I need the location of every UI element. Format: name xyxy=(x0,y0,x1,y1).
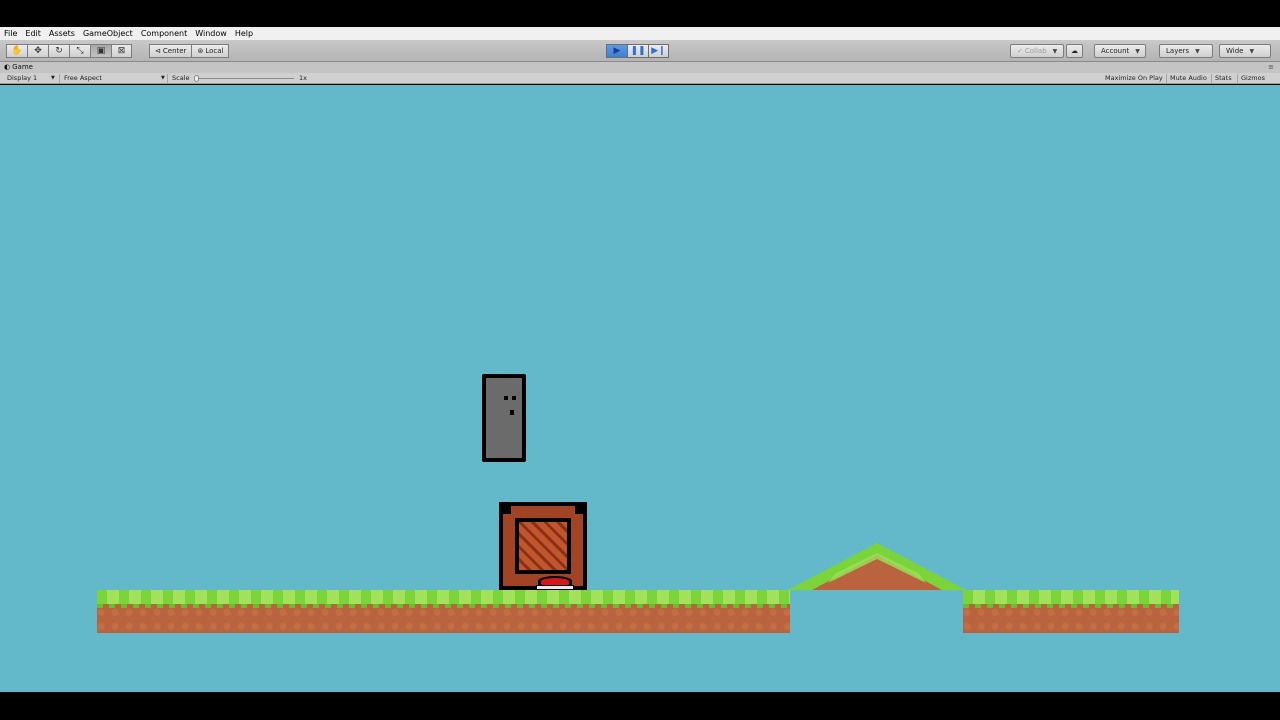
player-character xyxy=(482,374,526,462)
chevron-down-icon: ▼ xyxy=(1195,47,1200,55)
display-dropdown[interactable]: Display 1 xyxy=(7,73,37,84)
toolbar: ✋ ✥ ↻ ⤡ ▣ ⊠ ⊲ Center ⊛ Local ▶ ❚❚ ▶❙ ✓ Coll… xyxy=(0,40,1280,62)
player-eye xyxy=(504,396,508,400)
rect-tool-button[interactable]: ▣ xyxy=(90,44,111,58)
chevron-down-icon: ▼ xyxy=(1249,47,1255,55)
rect-icon: ▣ xyxy=(96,46,106,56)
collab-label: Collab xyxy=(1024,47,1047,55)
chevron-down-icon: ▼ xyxy=(1052,47,1058,55)
cloud-icon: ☁ xyxy=(1071,47,1078,55)
step-icon: ▶❙ xyxy=(651,46,666,56)
step-button[interactable]: ▶❙ xyxy=(648,44,669,58)
collab-button[interactable]: ✓ Collab ▼ xyxy=(1010,44,1065,58)
space-label: Local xyxy=(205,47,224,55)
menu-edit[interactable]: Edit xyxy=(25,27,41,40)
play-icon: ▶ xyxy=(613,46,621,56)
scale-label: Scale xyxy=(172,74,190,82)
ground-platform-left xyxy=(97,590,790,633)
hand-icon: ✋ xyxy=(11,46,23,56)
scale-value: 1x xyxy=(299,74,307,82)
layout-label: Wide xyxy=(1226,47,1244,55)
transform-tool-button[interactable]: ⊠ xyxy=(111,44,132,58)
scale-slider-track[interactable] xyxy=(196,78,294,79)
button-top xyxy=(541,578,569,585)
gizmos-dropdown[interactable]: Gizmos xyxy=(1241,73,1265,84)
account-label: Account xyxy=(1101,47,1130,55)
pivot-center-button[interactable]: ⊲ Center xyxy=(149,44,192,58)
menu-component[interactable]: Component xyxy=(141,27,187,40)
transform-tools: ✋ ✥ ↻ ⤡ ▣ ⊠ xyxy=(6,44,132,58)
pivot-local-button[interactable]: ⊛ Local xyxy=(191,44,230,58)
mute-audio-toggle[interactable]: Mute Audio xyxy=(1170,73,1207,84)
transform-icon: ⊠ xyxy=(117,46,126,56)
rotate-tool-button[interactable]: ↻ xyxy=(48,44,69,58)
crate-panel xyxy=(519,522,567,570)
ground-platform-right xyxy=(963,590,1179,633)
layers-label: Layers xyxy=(1166,47,1190,55)
game-tab-label: Game xyxy=(12,63,33,71)
aspect-dropdown[interactable]: Free Aspect xyxy=(64,73,102,84)
layers-dropdown[interactable]: Layers ▼ xyxy=(1159,44,1213,58)
globe-icon: ⊛ xyxy=(197,47,204,55)
menu-bar: File Edit Assets GameObject Component Wi… xyxy=(0,27,1280,40)
layout-dropdown[interactable]: Wide ▼ xyxy=(1219,44,1271,58)
pivot-controls: ⊲ Center ⊛ Local xyxy=(149,44,230,58)
account-dropdown[interactable]: Account ▼ xyxy=(1094,44,1146,58)
move-icon: ✥ xyxy=(34,46,42,56)
play-controls: ▶ ❚❚ ▶❙ xyxy=(606,44,669,58)
game-control-bar: Display 1 ▼ Free Aspect ▼ Scale 1x Maxim… xyxy=(0,73,1280,84)
chevron-down-icon: ▼ xyxy=(51,75,55,81)
scale-slider-handle[interactable] xyxy=(194,75,199,82)
chevron-down-icon: ▼ xyxy=(1135,47,1140,55)
maximize-on-play-toggle[interactable]: Maximize On Play xyxy=(1105,73,1163,84)
scale-tool-button[interactable]: ⤡ xyxy=(69,44,90,58)
crate-corner xyxy=(503,506,511,514)
grass-hill xyxy=(788,543,966,590)
game-viewport[interactable] xyxy=(0,85,1280,692)
play-button[interactable]: ▶ xyxy=(606,44,627,58)
divider xyxy=(167,74,168,83)
divider xyxy=(1237,74,1238,83)
stats-toggle[interactable]: Stats xyxy=(1215,73,1232,84)
pause-button[interactable]: ❚❚ xyxy=(627,44,648,58)
divider xyxy=(1166,74,1167,83)
menu-window[interactable]: Window xyxy=(195,27,227,40)
check-icon: ✓ xyxy=(1017,47,1023,55)
pivot-icon: ⊲ xyxy=(155,47,161,55)
game-tab[interactable]: ◐ Game xyxy=(4,62,33,73)
player-mouth xyxy=(510,410,514,415)
rotate-icon: ↻ xyxy=(55,46,63,56)
cloud-button[interactable]: ☁ xyxy=(1066,44,1083,58)
game-tab-strip: ◐ Game ≡ xyxy=(0,62,1280,73)
menu-gameobject[interactable]: GameObject xyxy=(83,27,133,40)
player-body xyxy=(486,378,522,458)
menu-help[interactable]: Help xyxy=(235,27,253,40)
game-icon: ◐ xyxy=(4,63,11,71)
scale-icon: ⤡ xyxy=(76,46,84,56)
pivot-label: Center xyxy=(162,47,187,55)
player-eye xyxy=(512,396,516,400)
menu-dots-icon[interactable]: ≡ xyxy=(1268,62,1274,73)
bottom-letterbox xyxy=(0,692,1280,720)
divider xyxy=(59,74,60,83)
chevron-down-icon: ▼ xyxy=(161,75,165,81)
pause-icon: ❚❚ xyxy=(630,46,646,56)
pressure-button xyxy=(536,576,574,590)
divider xyxy=(1211,74,1212,83)
move-tool-button[interactable]: ✥ xyxy=(27,44,48,58)
hand-tool-button[interactable]: ✋ xyxy=(6,44,27,58)
menu-file[interactable]: File xyxy=(4,27,17,40)
menu-assets[interactable]: Assets xyxy=(49,27,75,40)
crate-corner xyxy=(575,506,583,514)
